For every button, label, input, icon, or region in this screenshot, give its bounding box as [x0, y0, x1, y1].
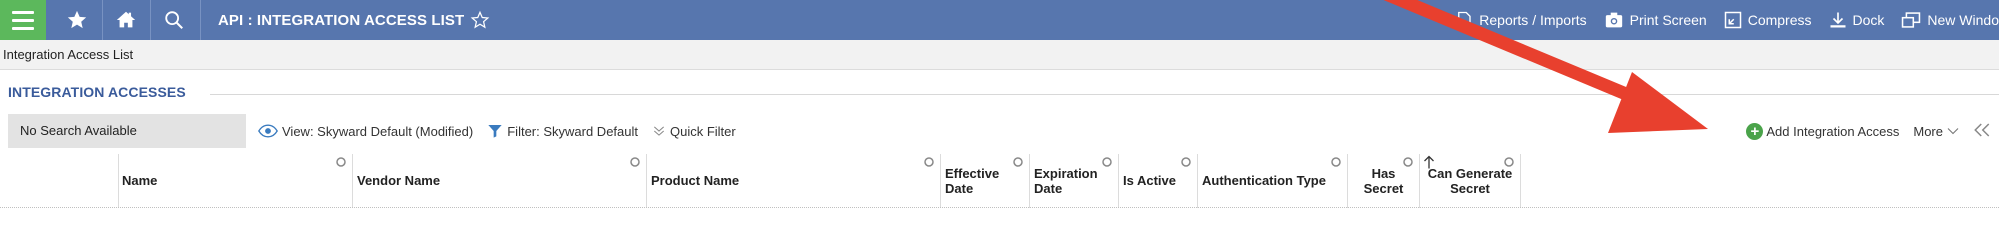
column-label: Has Secret — [1348, 166, 1419, 196]
gear-icon[interactable] — [1180, 156, 1192, 168]
quick-filter-label: Quick Filter — [670, 123, 736, 139]
column-label-line2: Date — [945, 181, 974, 196]
more-menu-button[interactable]: More — [1913, 124, 1959, 139]
filter-toolbar: View: Skyward Default (Modified) Filter:… — [258, 114, 750, 148]
column-label: Is Active — [1123, 173, 1176, 188]
new-window-label: New Windo — [1927, 12, 1999, 28]
double-chevron-down-icon — [653, 126, 665, 136]
funnel-icon — [488, 125, 502, 138]
view-label: View: Skyward Default (Modified) — [282, 123, 474, 139]
search-icon[interactable] — [151, 0, 197, 40]
dock-label: Dock — [1852, 12, 1885, 28]
collapse-panel-icon[interactable] — [1973, 122, 1991, 141]
column-label-line1: Effective — [945, 166, 1000, 181]
column-label: Effective Date — [945, 166, 999, 196]
hamburger-icon — [12, 10, 34, 30]
add-circle-icon: + — [1746, 122, 1764, 140]
quick-filter-button[interactable]: Quick Filter — [652, 124, 736, 139]
column-label: Expiration Date — [1034, 166, 1098, 196]
column-label: Authentication Type — [1202, 173, 1326, 188]
more-label: More — [1913, 123, 1943, 139]
dock-icon — [1830, 12, 1845, 28]
print-screen-label: Print Screen — [1629, 12, 1707, 28]
section-title: INTEGRATION ACCESSES — [8, 84, 186, 100]
filter-label: Filter: Skyward Default — [507, 123, 638, 139]
toolbar-actions: Reports / Imports Print Screen Compress … — [1438, 0, 1999, 40]
list-tools: + Add Integration Access More — [1746, 114, 1991, 148]
camera-icon — [1605, 12, 1622, 28]
column-label-line1: Can Generate — [1427, 166, 1513, 181]
column-header-effective-date[interactable]: Effective Date — [940, 154, 1029, 208]
column-label: Product Name — [651, 173, 740, 188]
chevron-down-icon — [1947, 128, 1959, 135]
new-window-button[interactable]: New Windo — [1901, 11, 1999, 29]
compress-label: Compress — [1747, 12, 1812, 28]
dock-button[interactable]: Dock — [1829, 11, 1885, 29]
home-icon[interactable] — [103, 0, 149, 40]
breadcrumb: Integration Access List — [0, 40, 1999, 70]
arrow-head — [1608, 72, 1708, 133]
top-navigation-bar: API : INTEGRATION ACCESS LIST Reports / … — [0, 0, 1999, 40]
gear-icon[interactable] — [1402, 156, 1414, 168]
column-label-line1: Expiration — [1034, 166, 1098, 181]
gear-icon[interactable] — [1012, 156, 1024, 168]
column-header-has-secret[interactable]: Has Secret — [1347, 154, 1419, 208]
column-label: Can Generate Secret — [1420, 166, 1520, 196]
filter-selector[interactable]: Filter: Skyward Default — [487, 123, 638, 139]
gear-icon[interactable] — [1101, 156, 1113, 168]
print-screen-button[interactable]: Print Screen — [1604, 11, 1707, 29]
eye-icon — [258, 124, 278, 138]
view-selector[interactable]: View: Skyward Default (Modified) — [258, 124, 473, 139]
section-divider — [210, 94, 1999, 95]
column-label-line1: Has — [1371, 166, 1396, 181]
gear-icon[interactable] — [335, 156, 347, 168]
add-integration-access-label: Add Integration Access — [1766, 123, 1900, 139]
column-header-name[interactable]: Name — [118, 154, 352, 208]
header-divider — [0, 207, 1999, 208]
column-label-line2: Date — [1034, 181, 1063, 196]
favorite-star-outline-icon[interactable] — [470, 10, 490, 30]
column-label-line2: Secret — [1363, 181, 1404, 196]
menu-button[interactable] — [0, 0, 46, 40]
column-header-vendor-name[interactable]: Vendor Name — [352, 154, 646, 208]
compress-button[interactable]: Compress — [1724, 11, 1812, 29]
report-icon — [1458, 11, 1471, 29]
compress-icon — [1724, 11, 1741, 29]
favorites-star-icon[interactable] — [54, 0, 100, 40]
page-title-text: API : INTEGRATION ACCESS LIST — [218, 11, 465, 29]
column-label: Name — [122, 173, 158, 188]
column-header-can-generate-secret[interactable]: Can Generate Secret — [1419, 154, 1521, 208]
table-header: Name Vendor Name Product Name Effective … — [0, 154, 1999, 208]
gear-icon[interactable] — [923, 156, 935, 168]
gear-icon[interactable] — [1503, 156, 1515, 168]
reports-imports-label: Reports / Imports — [1479, 12, 1587, 28]
gear-icon[interactable] — [1330, 156, 1342, 168]
add-integration-access-button[interactable]: + Add Integration Access — [1746, 122, 1900, 140]
column-header-authentication-type[interactable]: Authentication Type — [1197, 154, 1347, 208]
search-box: No Search Available — [8, 114, 246, 148]
gear-icon[interactable] — [629, 156, 641, 168]
reports-imports-button[interactable]: Reports / Imports — [1455, 11, 1587, 29]
column-header-is-active[interactable]: Is Active — [1118, 154, 1197, 208]
column-header-product-name[interactable]: Product Name — [646, 154, 940, 208]
new-window-icon — [1902, 12, 1921, 28]
page-title: API : INTEGRATION ACCESS LIST — [218, 0, 490, 40]
column-label: Vendor Name — [357, 173, 441, 188]
column-label-line2: Secret — [1450, 181, 1490, 196]
breadcrumb-text: Integration Access List — [3, 47, 134, 62]
column-header-expiration-date[interactable]: Expiration Date — [1029, 154, 1118, 208]
